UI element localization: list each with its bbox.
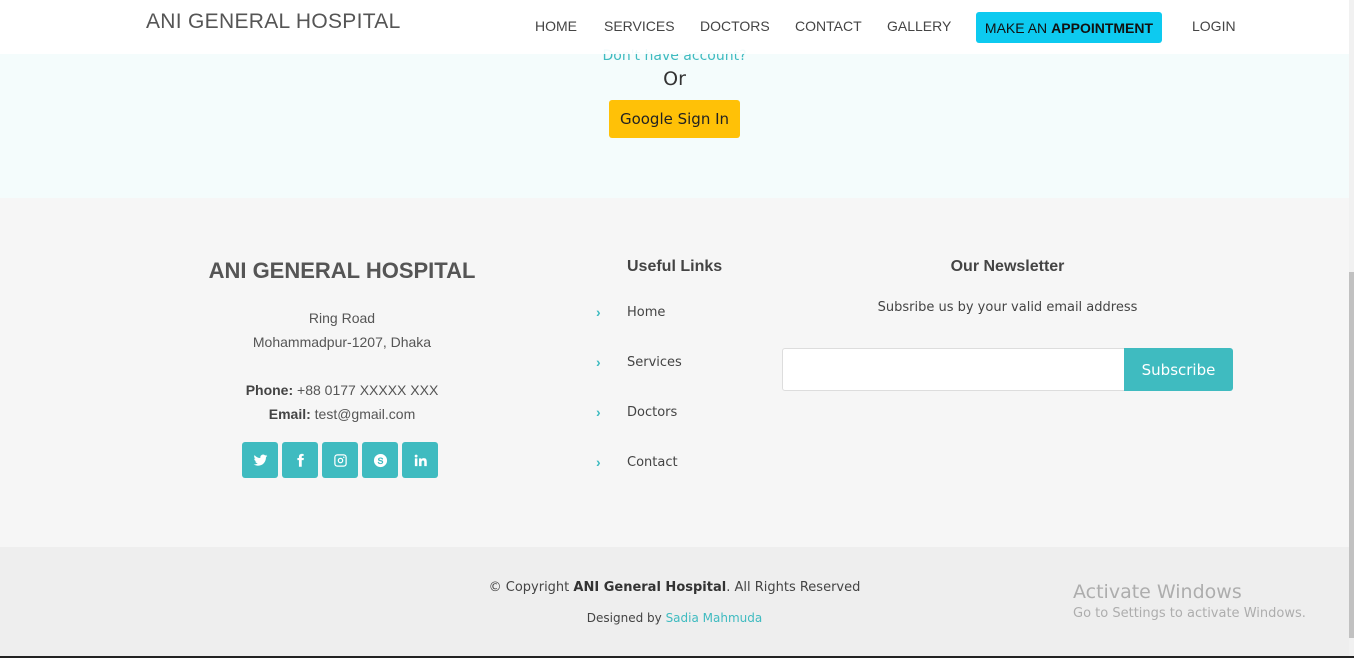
email-value: test@gmail.com — [314, 406, 416, 422]
designed-by-label: Designed by — [586, 611, 662, 625]
social-links — [242, 442, 438, 478]
footer-link-label[interactable]: Home — [627, 305, 665, 320]
phone-label: Phone: — [245, 382, 294, 398]
footer-link-label[interactable]: Doctors — [627, 405, 677, 420]
copyright-prefix: © Copyright — [488, 580, 570, 595]
nav-services[interactable]: SERVICES — [604, 18, 675, 34]
chevron-right-icon: › — [596, 454, 601, 470]
make-appointment-button[interactable]: MAKE AN APPOINTMENT — [976, 12, 1162, 43]
appointment-prefix: MAKE AN — [984, 19, 1048, 36]
footer-link-services[interactable]: › Services — [596, 352, 682, 372]
footer-link-contact[interactable]: › Contact — [596, 452, 678, 472]
nav-gallery[interactable]: GALLERY — [887, 18, 951, 34]
footer-link-label[interactable]: Contact — [627, 455, 678, 470]
email-line: Email: test@gmail.com — [142, 406, 542, 422]
linkedin-icon[interactable] — [402, 442, 438, 478]
windows-activation-watermark: Activate Windows Go to Settings to activ… — [1073, 581, 1306, 621]
address-line-2: Mohammadpur-1207, Dhaka — [252, 334, 432, 350]
designer-link[interactable]: Sadia Mahmuda — [666, 611, 763, 625]
footer-top: ANI GENERAL HOSPITAL Ring Road Mohammadp… — [0, 198, 1349, 547]
address-line-1: Ring Road — [308, 310, 376, 326]
twitter-icon[interactable] — [242, 442, 278, 478]
nav-home[interactable]: HOME — [535, 18, 577, 34]
phone-value: +88 0177 XXXXX XXX — [297, 382, 439, 398]
copyright-suffix: . All Rights Reserved — [726, 580, 861, 595]
chevron-right-icon: › — [596, 304, 601, 320]
newsletter-title: Our Newsletter — [950, 258, 1065, 275]
footer-link-doctors[interactable]: › Doctors — [596, 402, 677, 422]
site-logo[interactable]: ANI GENERAL HOSPITAL — [146, 10, 401, 34]
newsletter-email-input[interactable] — [782, 348, 1125, 391]
google-sign-in-button[interactable]: Google Sign In — [609, 100, 740, 138]
nav-contact[interactable]: CONTACT — [795, 18, 862, 34]
watermark-line-2: Go to Settings to activate Windows. — [1073, 606, 1306, 621]
appointment-bold: APPOINTMENT — [1051, 19, 1154, 36]
nav-login[interactable]: LOGIN — [1192, 18, 1236, 34]
instagram-icon[interactable] — [322, 442, 358, 478]
watermark-line-1: Activate Windows — [1073, 581, 1242, 603]
newsletter-subtitle: Subsribe us by your valid email address — [877, 300, 1138, 315]
email-label: Email: — [268, 406, 311, 422]
chevron-right-icon: › — [596, 404, 601, 420]
chevron-right-icon: › — [596, 354, 601, 370]
facebook-icon[interactable] — [282, 442, 318, 478]
footer-link-home[interactable]: › Home — [596, 302, 665, 322]
footer-hospital-name: ANI GENERAL HOSPITAL — [208, 258, 476, 283]
skype-icon[interactable] — [362, 442, 398, 478]
copyright-brand: ANI General Hospital — [573, 580, 727, 595]
footer-link-label[interactable]: Services — [627, 355, 682, 370]
nav-doctors[interactable]: DOCTORS — [700, 18, 770, 34]
scrollbar-thumb[interactable] — [1349, 272, 1354, 638]
or-separator: Or — [663, 68, 686, 90]
header: ANI GENERAL HOSPITAL HOME SERVICES DOCTO… — [0, 0, 1349, 54]
phone-line: Phone: +88 0177 XXXXX XXX — [142, 382, 542, 398]
useful-links-title: Useful Links — [627, 258, 723, 275]
subscribe-button[interactable]: Subscribe — [1124, 348, 1233, 391]
